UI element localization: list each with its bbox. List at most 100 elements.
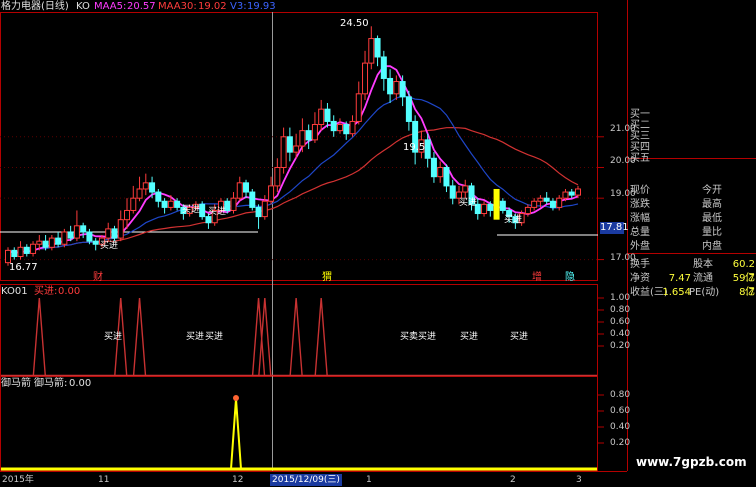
candle-body bbox=[236, 182, 243, 199]
candle bbox=[531, 198, 538, 211]
candle-body bbox=[268, 185, 275, 202]
ko-buy-label: 买进: bbox=[34, 286, 58, 297]
ko-title[interactable]: KO01 bbox=[1, 286, 28, 298]
candle-body bbox=[11, 249, 18, 258]
candle bbox=[362, 50, 369, 100]
candle-body bbox=[73, 225, 80, 239]
candle-body bbox=[67, 231, 74, 239]
bid-row: 买五 bbox=[627, 152, 756, 166]
ko-buy-marker: 买进 bbox=[460, 332, 479, 342]
candle-body bbox=[537, 197, 544, 202]
candle bbox=[55, 231, 62, 248]
stat-label: 最低 bbox=[702, 213, 722, 224]
candle bbox=[449, 179, 456, 205]
ko-spike bbox=[289, 297, 303, 377]
candle bbox=[355, 81, 362, 125]
ko-label: KO bbox=[76, 1, 90, 12]
time-tick: 2 bbox=[510, 475, 516, 485]
candle-body bbox=[92, 240, 99, 245]
v3-line bbox=[7, 95, 579, 255]
stat-label: 现价 bbox=[630, 185, 650, 196]
buy-label: 买进 bbox=[459, 198, 478, 208]
candle-body bbox=[243, 182, 250, 193]
candle-body bbox=[161, 200, 168, 208]
candle-body bbox=[280, 136, 287, 168]
candle bbox=[136, 176, 143, 202]
event-wei: 猬 bbox=[322, 272, 332, 283]
ko-buy-sell-marker: 买卖买进 bbox=[400, 332, 437, 342]
stat-label: 今开 bbox=[702, 185, 722, 196]
ma5-value: 20.57 bbox=[127, 1, 156, 12]
candle bbox=[61, 228, 68, 248]
stat-row: 换手 股本 60.2亿 bbox=[627, 258, 756, 284]
mid-price-label: 19.5 bbox=[403, 142, 426, 153]
candle-body bbox=[249, 191, 256, 208]
ko-spike bbox=[32, 297, 47, 377]
candle bbox=[261, 195, 268, 220]
candle-body bbox=[23, 246, 30, 254]
candle bbox=[105, 222, 112, 242]
candle bbox=[243, 179, 250, 199]
candle bbox=[286, 127, 293, 162]
event-xi: 隐 bbox=[565, 272, 575, 283]
stat-row: 现价 今开 bbox=[627, 184, 756, 198]
ma5-label: MAA5: bbox=[94, 1, 127, 12]
candle bbox=[117, 210, 124, 242]
v3-value: 19.93 bbox=[247, 1, 276, 12]
candle bbox=[155, 188, 162, 208]
candle bbox=[280, 127, 287, 174]
high-marker: 24.50 bbox=[340, 18, 369, 29]
yma-label: 御马箭: bbox=[34, 378, 68, 389]
candle-body bbox=[524, 206, 531, 215]
stat-value: 1.654 bbox=[662, 287, 691, 298]
yma-tick: 0.60 bbox=[610, 406, 631, 416]
candle-body bbox=[568, 191, 575, 196]
stat-label: 涨幅 bbox=[630, 213, 650, 224]
candlesticks bbox=[5, 26, 581, 266]
candle-body bbox=[355, 93, 362, 122]
candle bbox=[437, 161, 444, 183]
candle bbox=[161, 198, 168, 214]
candle bbox=[299, 118, 306, 153]
ko-spike bbox=[251, 297, 266, 377]
candle-body bbox=[380, 56, 387, 79]
candle-body bbox=[399, 81, 406, 98]
stat-row: 收益(三) 1.654 PE(动) 8.7 bbox=[627, 286, 756, 300]
candle bbox=[230, 192, 237, 214]
yma-title[interactable]: 御马箭 bbox=[1, 378, 31, 390]
ko-tick: 0.60 bbox=[610, 317, 631, 327]
event-zeng: 增 bbox=[532, 272, 542, 283]
candle bbox=[236, 176, 243, 202]
yma-panel-frame bbox=[0, 376, 598, 471]
ko-buy-marker: 买进 bbox=[104, 332, 123, 342]
yma-spike bbox=[230, 398, 242, 470]
candle-body bbox=[42, 240, 49, 248]
candle bbox=[17, 241, 24, 260]
candle-body bbox=[174, 200, 181, 208]
candle bbox=[387, 69, 394, 104]
yma-marker bbox=[233, 395, 239, 401]
candle bbox=[412, 115, 419, 165]
candle bbox=[318, 99, 325, 131]
candle-body bbox=[393, 81, 400, 95]
candle-body bbox=[318, 108, 325, 126]
candle bbox=[543, 192, 550, 205]
candle-body bbox=[111, 228, 118, 239]
candle bbox=[30, 241, 37, 257]
ko-spike bbox=[258, 297, 272, 377]
buy-label: 买进 bbox=[182, 205, 201, 215]
candle-body bbox=[437, 166, 444, 178]
candle-body bbox=[230, 197, 237, 211]
event-cai: 财 bbox=[93, 272, 103, 283]
yma-value: 0.00 bbox=[69, 378, 92, 389]
candle-body bbox=[61, 231, 68, 245]
time-tick: 12 bbox=[232, 475, 244, 485]
candle bbox=[305, 124, 312, 150]
ko-tick: 0.40 bbox=[610, 329, 631, 339]
stat-label: 量比 bbox=[702, 227, 722, 238]
stat-row: 外盘 内盘 bbox=[627, 240, 756, 254]
stat-label: 股本 bbox=[693, 259, 713, 270]
stock-title[interactable]: 格力电器(日线) bbox=[1, 1, 69, 13]
candle-body bbox=[155, 191, 162, 202]
candle bbox=[393, 75, 400, 100]
